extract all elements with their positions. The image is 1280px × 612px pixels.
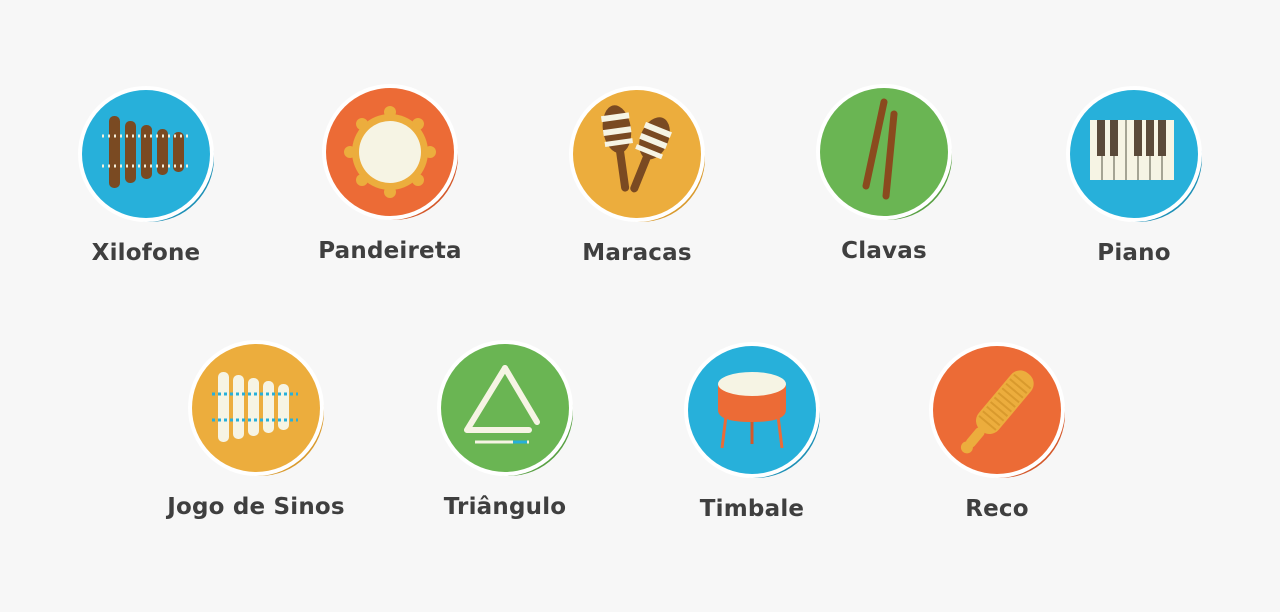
maracas-icon [567, 84, 707, 224]
claves-icon [814, 82, 954, 222]
tambourine-icon [320, 82, 460, 222]
instrument-piano[interactable]: Piano [1030, 84, 1230, 284]
instrument-timbale[interactable]: Timbale [648, 340, 848, 540]
instrument-label: Triângulo [443, 494, 567, 520]
instrument-label: Timbale [699, 496, 805, 522]
guiro-icon [927, 340, 1067, 480]
instrument-jogo-de-sinos[interactable]: Jogo de Sinos [152, 338, 352, 538]
instrument-xilofone[interactable]: Xilofone [42, 84, 242, 284]
instrument-reco[interactable]: Reco [893, 340, 1093, 540]
instrument-label: Jogo de Sinos [167, 494, 345, 520]
instrument-pandeireta[interactable]: Pandeireta [286, 82, 486, 282]
instrument-triangulo[interactable]: Triângulo [401, 338, 601, 538]
xylophone-icon [76, 84, 216, 224]
instrument-clavas[interactable]: Clavas [780, 82, 980, 282]
instrument-label: Pandeireta [318, 238, 462, 264]
glockenspiel-icon [186, 338, 326, 478]
instrument-label: Maracas [582, 240, 692, 266]
instrument-grid: Xilofone Pandeireta Maracas Clavas Piano… [0, 0, 1280, 612]
instrument-label: Piano [1097, 240, 1171, 266]
triangle-icon [435, 338, 575, 478]
timbale-icon [682, 340, 822, 480]
piano-icon [1064, 84, 1204, 224]
instrument-label: Reco [965, 496, 1029, 522]
instrument-label: Xilofone [91, 240, 201, 266]
instrument-label: Clavas [841, 238, 927, 264]
instrument-maracas[interactable]: Maracas [533, 84, 733, 284]
